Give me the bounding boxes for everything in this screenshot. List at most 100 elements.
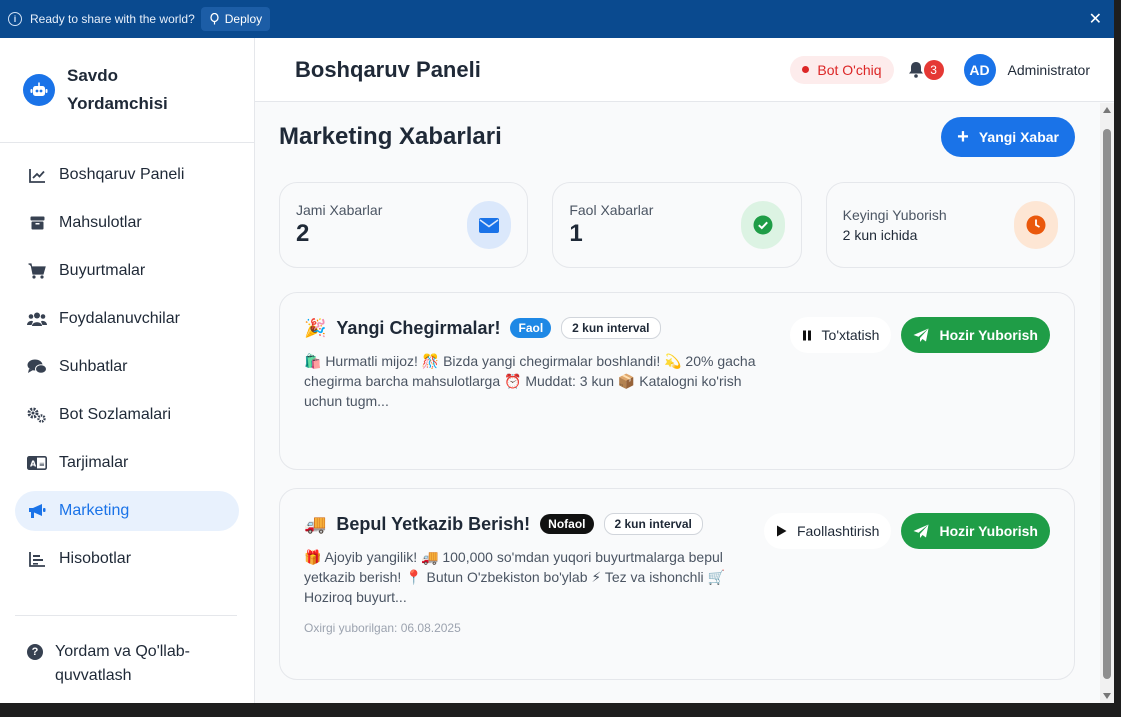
sidebar-item-label: Marketing bbox=[59, 502, 130, 519]
help-label: Yordam va Qo'llab-quvvatlash bbox=[55, 643, 190, 684]
deploy-button[interactable]: Deploy bbox=[200, 7, 271, 31]
robot-icon bbox=[23, 74, 55, 106]
message-card: 🚚 Bepul Yetkazib Berish! Nofaol 2 kun in… bbox=[279, 488, 1075, 680]
new-message-button[interactable]: + Yangi Xabar bbox=[941, 117, 1075, 157]
stat-label: Jami Xabarlar bbox=[296, 202, 383, 218]
bot-status-label: Bot O'chiq bbox=[817, 61, 882, 78]
help-link[interactable]: ? Yordam va Qo'llab-quvvatlash bbox=[27, 640, 215, 688]
close-icon[interactable]: ✕ bbox=[1089, 9, 1102, 29]
sidebar-divider bbox=[15, 615, 237, 616]
message-title: Bepul Yetkazib Berish! bbox=[336, 513, 531, 534]
activate-button[interactable]: Faollashtirish bbox=[763, 513, 892, 549]
message-card: 🎉 Yangi Chegirmalar! Faol 2 kun interval… bbox=[279, 292, 1075, 470]
vertical-scrollbar[interactable] bbox=[1100, 103, 1114, 703]
send-now-label: Hozir Yuborish bbox=[939, 327, 1038, 343]
send-now-button[interactable]: Hozir Yuborish bbox=[901, 317, 1050, 353]
language-icon: A ≡ bbox=[27, 453, 47, 473]
bot-status-badge[interactable]: Bot O'chiq bbox=[790, 55, 894, 84]
brand-title: Savdo Yordamchisi bbox=[67, 66, 168, 113]
check-circle-icon bbox=[740, 201, 785, 249]
sidebar-item-boshqaruv-paneli[interactable]: Boshqaruv Paneli bbox=[15, 155, 239, 195]
sidebar-item-suhbatlar[interactable]: Suhbatlar bbox=[15, 347, 239, 387]
play-icon bbox=[776, 525, 787, 537]
send-now-button[interactable]: Hozir Yuborish bbox=[901, 513, 1050, 549]
marketing-content: Marketing Xabarlari + Yangi Xabar Jami X… bbox=[255, 103, 1100, 703]
balloon-icon bbox=[210, 13, 219, 25]
sidebar-item-tarjimalar[interactable]: A ≡ Tarjimalar bbox=[15, 443, 239, 483]
svg-text:≡: ≡ bbox=[39, 461, 45, 469]
message-actions: Faollashtirish Hozir Yuborish bbox=[763, 513, 1050, 549]
notifications-button[interactable]: 3 bbox=[908, 58, 952, 82]
deploy-label: Deploy bbox=[224, 12, 263, 26]
user-name[interactable]: Administrator bbox=[1008, 62, 1090, 78]
pause-label: To'xtatish bbox=[821, 327, 880, 343]
message-title: Yangi Chegirmalar! bbox=[336, 317, 501, 338]
brand: Savdo Yordamchisi bbox=[0, 38, 254, 143]
top-header: Boshqaruv Paneli Bot O'chiq 3 AD Adminis… bbox=[255, 38, 1114, 102]
avatar[interactable]: AD bbox=[963, 53, 996, 86]
last-sent-text: Oxirgi yuborilgan: 06.08.2025 bbox=[304, 621, 461, 635]
sidebar-item-bot-sozlamalari[interactable]: Bot Sozlamalari bbox=[15, 395, 239, 435]
plus-icon: + bbox=[957, 126, 969, 148]
scroll-up-icon[interactable] bbox=[1103, 107, 1111, 113]
stat-value: 1 bbox=[569, 220, 583, 247]
status-dot-icon bbox=[802, 66, 810, 73]
sidebar-item-marketing[interactable]: Marketing bbox=[15, 491, 239, 531]
stat-value: 2 bbox=[296, 220, 310, 247]
message-body: 🎁 Ajoyib yangilik! 🚚 100,000 so'mdan yuq… bbox=[304, 549, 725, 605]
box-icon bbox=[27, 213, 47, 233]
paper-plane-icon bbox=[913, 328, 929, 342]
interval-badge: 2 kun interval bbox=[603, 513, 703, 535]
pause-icon bbox=[802, 330, 811, 340]
stat-label: Keyingi Yuborish bbox=[842, 207, 947, 223]
notification-count-badge: 3 bbox=[923, 59, 944, 80]
truck-icon: 🚚 bbox=[304, 513, 327, 535]
sidebar-nav: Boshqaruv Paneli Mahsulotlar Buyurtmalar… bbox=[0, 143, 254, 599]
deploy-banner: i Ready to share with the world? Deploy … bbox=[0, 0, 1114, 38]
content-header: Marketing Xabarlari + Yangi Xabar bbox=[279, 117, 1075, 157]
chat-icon bbox=[27, 357, 47, 377]
interval-badge: 2 kun interval bbox=[561, 317, 661, 339]
sidebar-item-label: Hisobotlar bbox=[59, 550, 132, 567]
sidebar-item-foydalanuvchilar[interactable]: Foydalanuvchilar bbox=[15, 299, 239, 339]
activate-label: Faollashtirish bbox=[796, 523, 880, 539]
bell-icon bbox=[908, 62, 923, 78]
window-frame: i Ready to share with the world? Deploy … bbox=[0, 0, 1121, 717]
sidebar-item-label: Buyurtmalar bbox=[59, 262, 146, 279]
scroll-down-icon[interactable] bbox=[1103, 693, 1111, 699]
app-shell: Savdo Yordamchisi Boshqaruv Paneli Mahsu… bbox=[0, 38, 1114, 703]
party-icon: 🎉 bbox=[304, 317, 327, 339]
stat-label: Faol Xabarlar bbox=[569, 202, 654, 218]
sidebar-item-buyurtmalar[interactable]: Buyurtmalar bbox=[15, 251, 239, 291]
clock-icon bbox=[1013, 201, 1058, 249]
gears-icon bbox=[27, 405, 47, 425]
scrollbar-thumb[interactable] bbox=[1103, 129, 1111, 679]
stat-card-total: Jami Xabarlar 2 bbox=[279, 182, 529, 268]
page-header-title: Boshqaruv Paneli bbox=[295, 56, 481, 82]
new-message-label: Yangi Xabar bbox=[978, 129, 1059, 145]
users-icon bbox=[27, 309, 47, 329]
send-now-label: Hozir Yuborish bbox=[939, 523, 1038, 539]
main-area: Boshqaruv Paneli Bot O'chiq 3 AD Adminis… bbox=[255, 38, 1114, 703]
status-badge: Faol bbox=[510, 318, 552, 338]
page-title: Marketing Xabarlari bbox=[279, 123, 502, 150]
message-actions: To'xtatish Hozir Yuborish bbox=[789, 317, 1050, 353]
sidebar-item-label: Bot Sozlamalari bbox=[59, 406, 172, 423]
stat-value: 2 kun ichida bbox=[842, 227, 918, 243]
banner-message: Ready to share with the world? bbox=[30, 12, 195, 26]
bar-chart-icon bbox=[27, 549, 47, 569]
megaphone-icon bbox=[27, 501, 47, 521]
sidebar: Savdo Yordamchisi Boshqaruv Paneli Mahsu… bbox=[0, 38, 255, 703]
svg-text:A: A bbox=[30, 460, 37, 469]
sidebar-item-label: Boshqaruv Paneli bbox=[59, 166, 185, 183]
sidebar-item-label: Suhbatlar bbox=[59, 358, 128, 375]
paper-plane-icon bbox=[913, 524, 929, 538]
pause-button[interactable]: To'xtatish bbox=[789, 317, 892, 353]
sidebar-item-mahsulotlar[interactable]: Mahsulotlar bbox=[15, 203, 239, 243]
chart-line-icon bbox=[27, 165, 47, 185]
stat-card-active: Faol Xabarlar 1 bbox=[552, 182, 802, 268]
status-badge: Nofaol bbox=[540, 514, 594, 534]
sidebar-item-hisobotlar[interactable]: Hisobotlar bbox=[15, 539, 239, 579]
cart-icon bbox=[27, 261, 47, 281]
message-body: 🛍️ Hurmatli mijoz! 🎊 Bizda yangi chegirm… bbox=[304, 353, 756, 409]
